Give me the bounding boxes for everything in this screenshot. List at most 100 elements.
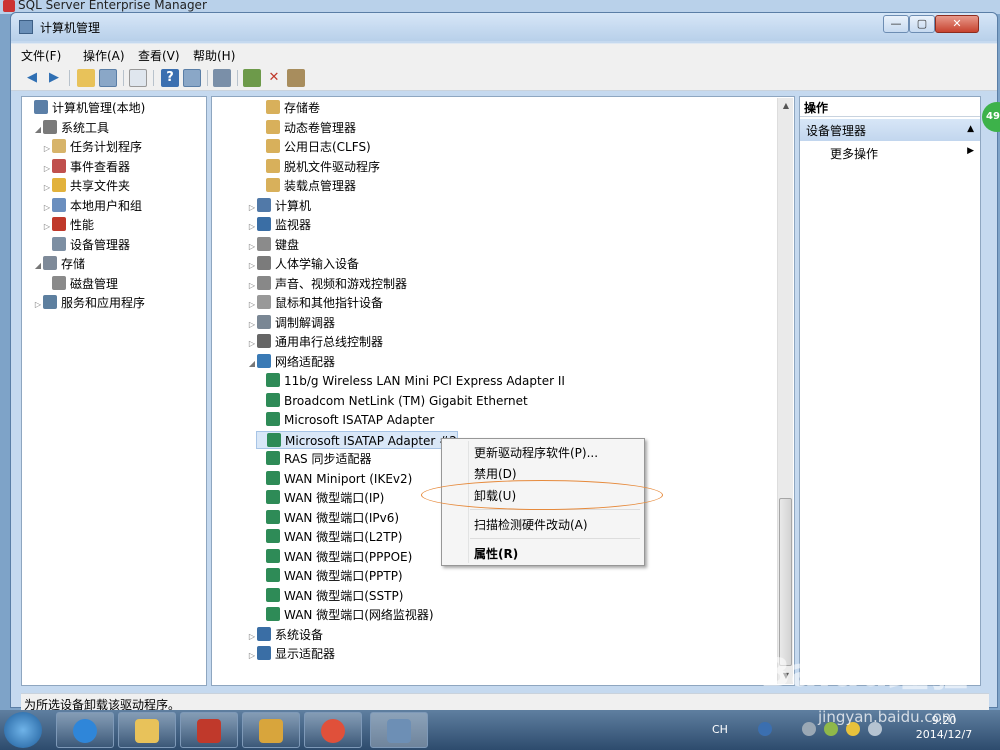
tree-item[interactable]: ▷ 性能 <box>42 216 94 234</box>
tree-item[interactable]: ▷ 显示适配器 <box>247 645 335 663</box>
enable-device-icon[interactable] <box>287 69 305 87</box>
taskbar-ie[interactable] <box>56 712 114 748</box>
expand-arrow-icon[interactable]: ▷ <box>247 238 257 256</box>
tree-item[interactable]: WAN 微型端口(PPPOE) <box>256 548 412 566</box>
users-icon <box>52 197 66 212</box>
back-icon[interactable]: ◀ <box>23 69 41 87</box>
tree-item[interactable]: ▷ 声音、视频和游戏控制器 <box>247 275 407 293</box>
tree-item[interactable]: 磁盘管理 <box>42 275 118 293</box>
tree-item[interactable]: Microsoft ISATAP Adapter <box>256 411 434 429</box>
up-folder-icon[interactable] <box>77 69 95 87</box>
tree-item[interactable]: WAN Miniport (IKEv2) <box>256 470 412 488</box>
minimize-button[interactable]: — <box>883 15 909 33</box>
tree-item[interactable]: 设备管理器 <box>42 236 130 254</box>
expand-arrow-icon[interactable]: ▷ <box>42 199 52 217</box>
expand-arrow-icon[interactable]: ▷ <box>247 218 257 236</box>
taskbar-computer-management[interactable] <box>370 712 428 748</box>
collapse-icon[interactable]: ▲ <box>967 124 974 134</box>
expand-arrow-icon[interactable]: ▷ <box>247 277 257 295</box>
tree-item[interactable]: ▷ 服务和应用程序 <box>33 294 145 312</box>
menu-update-driver[interactable]: 更新驱动程序软件(P)... <box>474 444 598 461</box>
tree-item[interactable]: WAN 微型端口(IP) <box>256 489 384 507</box>
expand-arrow-icon[interactable]: ▷ <box>247 199 257 217</box>
tree-item[interactable]: RAS 同步适配器 <box>256 450 372 468</box>
expand-arrow-icon[interactable]: ▷ <box>42 160 52 178</box>
tree-item[interactable]: ▷ 共享文件夹 <box>42 177 130 195</box>
show-action-pane-icon[interactable] <box>183 69 201 87</box>
tree-item[interactable]: ▷ 人体学输入设备 <box>247 255 359 273</box>
tree-item[interactable]: ▷ 调制解调器 <box>247 314 335 332</box>
actions-section-device-manager[interactable]: 设备管理器 ▲ <box>800 119 980 141</box>
taskbar-7zip[interactable] <box>242 712 300 748</box>
more-actions-item[interactable]: 更多操作 ▶ <box>800 143 980 163</box>
scroll-up-icon[interactable]: ▲ <box>778 98 794 114</box>
start-button[interactable] <box>4 712 42 748</box>
expand-arrow-icon[interactable]: ▷ <box>247 257 257 275</box>
expand-arrow-icon[interactable]: ▷ <box>247 335 257 353</box>
menu-action[interactable]: 操作(A) <box>83 47 125 64</box>
tree-item[interactable]: WAN 微型端口(网络监视器) <box>256 606 434 624</box>
tree-item[interactable]: ▷ 任务计划程序 <box>42 138 142 156</box>
close-button[interactable]: ✕ <box>935 15 979 33</box>
show-hide-tree-icon[interactable] <box>99 69 117 87</box>
computer-icon <box>257 197 271 212</box>
menu-help[interactable]: 帮助(H) <box>193 47 235 64</box>
tree-item[interactable]: WAN 微型端口(L2TP) <box>256 528 402 546</box>
tree-item[interactable]: 计算机管理(本地) <box>24 99 145 117</box>
tree-item[interactable]: 脱机文件驱动程序 <box>256 158 380 176</box>
tree-item[interactable]: WAN 微型端口(IPv6) <box>256 509 399 527</box>
tree-item[interactable]: WAN 微型端口(SSTP) <box>256 587 403 605</box>
expand-arrow-icon[interactable]: ◢ <box>247 355 257 373</box>
menu-properties[interactable]: 属性(R) <box>474 545 518 562</box>
maximize-button[interactable]: ▢ <box>909 15 935 33</box>
input-language[interactable]: CH <box>712 723 728 736</box>
expand-arrow-icon[interactable]: ▷ <box>42 179 52 197</box>
tree-item[interactable]: ▷ 通用串行总线控制器 <box>247 333 383 351</box>
device-tree-scrollbar[interactable]: ▲ ▼ <box>777 98 793 684</box>
export-list-icon[interactable] <box>129 69 147 87</box>
tree-item[interactable]: ◢ 存储 <box>33 255 85 273</box>
menu-file[interactable]: 文件(F) <box>21 47 61 64</box>
expand-arrow-icon[interactable]: ◢ <box>33 257 43 275</box>
expand-arrow-icon[interactable]: ▷ <box>42 140 52 158</box>
help-tray-icon[interactable] <box>758 722 772 736</box>
expand-arrow-icon[interactable]: ▷ <box>247 296 257 314</box>
tree-item[interactable]: WAN 微型端口(PPTP) <box>256 567 403 585</box>
expand-arrow-icon[interactable]: ▷ <box>33 296 43 314</box>
tree-item[interactable]: ▷ 事件查看器 <box>42 158 130 176</box>
menu-view[interactable]: 查看(V) <box>138 47 180 64</box>
taskbar-explorer[interactable] <box>118 712 176 748</box>
tree-item[interactable]: 11b/g Wireless LAN Mini PCI Express Adap… <box>256 372 565 390</box>
tree-item[interactable]: Broadcom NetLink (TM) Gigabit Ethernet <box>256 392 528 410</box>
tree-item[interactable]: 公用日志(CLFS) <box>256 138 371 156</box>
tree-item[interactable]: ▷ 本地用户和组 <box>42 197 142 215</box>
scan-hardware-icon[interactable] <box>213 69 231 87</box>
menu-disable[interactable]: 禁用(D) <box>474 465 517 482</box>
update-driver-icon[interactable] <box>243 69 261 87</box>
tree-item[interactable]: 存储卷 <box>256 99 320 117</box>
expand-arrow-icon[interactable]: ▷ <box>247 316 257 334</box>
tree-item[interactable]: ▷ 监视器 <box>247 216 311 234</box>
title-bar[interactable]: 计算机管理 — ▢ ✕ <box>11 13 997 41</box>
tree-item[interactable]: 装载点管理器 <box>256 177 356 195</box>
tree-item-label: WAN 微型端口(PPTP) <box>284 569 403 583</box>
tree-item[interactable]: ◢ 系统工具 <box>33 119 109 137</box>
expand-arrow-icon[interactable]: ◢ <box>33 121 43 139</box>
tree-item[interactable]: ▷ 计算机 <box>247 197 311 215</box>
forward-icon[interactable]: ▶ <box>45 69 63 87</box>
tree-item[interactable]: ▷ 系统设备 <box>247 626 323 644</box>
expand-arrow-icon[interactable]: ▷ <box>42 218 52 236</box>
tree-item[interactable]: ▷ 键盘 <box>247 236 299 254</box>
menu-scan-hardware[interactable]: 扫描检测硬件改动(A) <box>474 516 588 533</box>
tree-item[interactable]: Microsoft ISATAP Adapter #2 <box>256 430 458 449</box>
tree-item[interactable]: ▷ 鼠标和其他指针设备 <box>247 294 383 312</box>
uninstall-icon[interactable]: ✕ <box>265 69 283 87</box>
expand-arrow-icon[interactable]: ▷ <box>247 647 257 665</box>
help-icon[interactable]: ? <box>161 69 179 87</box>
network-tray-icon[interactable] <box>802 722 816 736</box>
tree-item[interactable]: 动态卷管理器 <box>256 119 356 137</box>
tree-item[interactable]: ◢ 网络适配器 <box>247 353 335 371</box>
taskbar-browser[interactable] <box>304 712 362 748</box>
expand-arrow-icon[interactable]: ▷ <box>247 628 257 646</box>
taskbar-toolbox[interactable] <box>180 712 238 748</box>
